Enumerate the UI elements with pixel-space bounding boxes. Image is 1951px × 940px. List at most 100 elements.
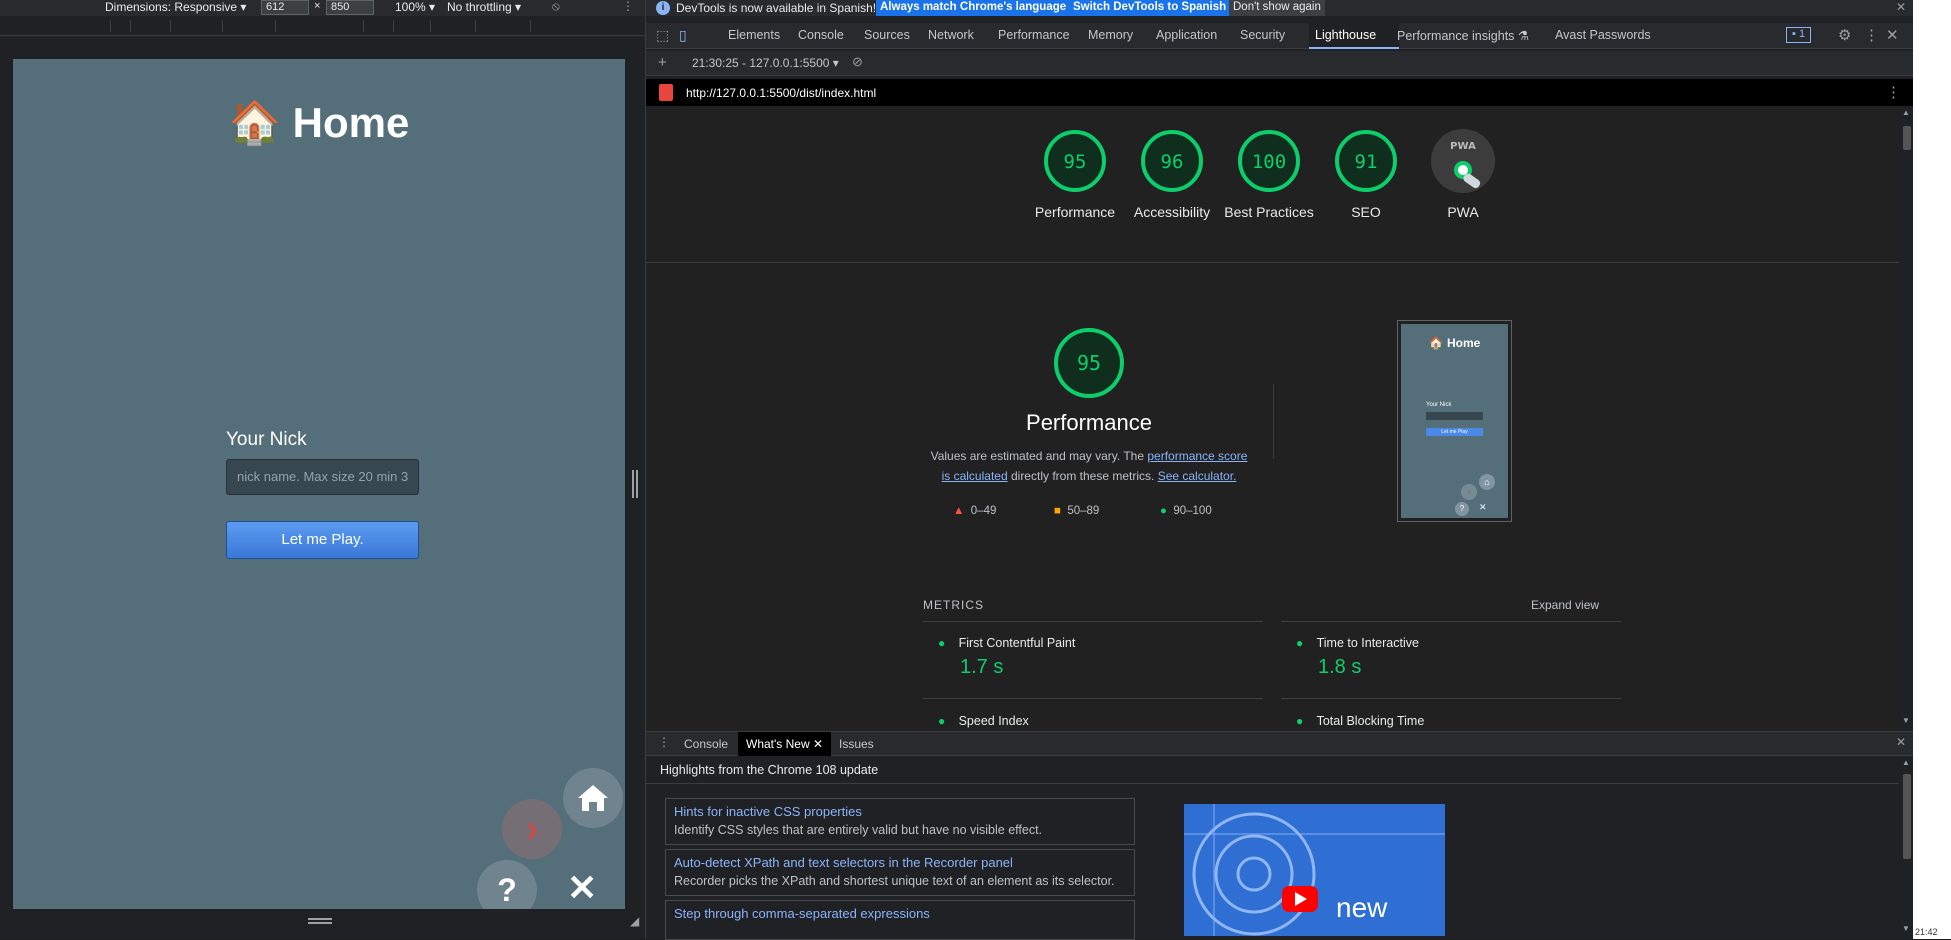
video-caption: new [1336,892,1388,923]
thumb-title: 🏠 Home [1428,336,1481,350]
question-icon: ? [497,871,517,908]
news-item[interactable]: Step through comma-separated expressions [665,900,1135,940]
gauge-score: 96 [1161,151,1184,173]
svg-text:PWA: PWA [1450,141,1476,152]
performance-heading: Performance [1026,410,1152,435]
gauge-label: SEO [1351,204,1381,220]
pass-dot-icon: ● [938,636,946,650]
tab-elements[interactable]: Elements [728,28,780,42]
tab-console[interactable]: Console [798,28,844,42]
dimensions-dropdown[interactable]: Dimensions: Responsive ▾ [105,0,246,14]
more-options-icon[interactable]: ⋮ [622,0,634,13]
pass-dot-icon: ● [1296,714,1304,728]
news-item[interactable]: Auto-detect XPath and text selectors in … [665,849,1135,896]
resize-corner-icon[interactable]: ◢ [630,914,639,928]
whats-new-heading: Highlights from the Chrome 108 update [660,763,879,777]
gauge-pwa[interactable]: PWA [1430,128,1496,197]
help-fab[interactable]: ? [477,860,537,909]
gauge-score: 95 [1064,151,1087,173]
tab-application[interactable]: Application [1156,28,1217,42]
panel-splitter[interactable] [632,470,638,498]
drawer-menu-icon[interactable]: ⋮ [658,735,670,749]
close-infobar-icon[interactable]: ✕ [1896,0,1906,14]
throttling-dropdown[interactable]: No throttling ▾ [447,0,521,14]
house-icon: 🏠 [228,99,281,146]
drawer-tabbar: ⋮ Console What's New ✕ Issues ✕ [646,731,1914,756]
performance-large-gauge: 95 [1052,326,1126,403]
nick-input[interactable]: nick name. Max size 20 min 3 [226,459,419,495]
close-devtools-icon[interactable]: ✕ [1886,26,1899,44]
close-drawer-icon[interactable]: ✕ [1896,735,1906,749]
drawer-tab-console[interactable]: Console [684,737,728,751]
square-icon: ■ [1054,505,1061,517]
tab-sources[interactable]: Sources [864,28,910,42]
tab-network[interactable]: Network [928,28,974,42]
settings-icon[interactable]: ⚙ [1838,26,1851,44]
whats-new-video[interactable]: new [1184,804,1445,936]
performance-description: Values are estimated and may vary. The p… [930,449,1248,483]
rotate-icon[interactable]: ⦸ [552,0,560,14]
zoom-dropdown[interactable]: 100% ▾ [395,0,435,14]
clear-icon[interactable]: ⊘ [852,54,863,70]
width-input[interactable]: 612 [261,0,309,15]
tab-avast-passwords[interactable]: Avast Passwords [1555,28,1651,42]
close-icon[interactable]: ✕ [567,867,597,909]
height-input[interactable]: 850 [326,0,374,15]
dont-show-button[interactable]: Don't show again [1229,0,1325,16]
devtools-panel: i DevTools is now available in Spanish! … [645,0,1914,940]
clock: 21:42 [1915,927,1938,937]
devtools-tabbar: ⬚ ▯ Elements Console Sources Network Per… [646,23,1914,49]
more-icon[interactable]: ⋮ [1864,26,1879,44]
circle-icon: ● [1160,505,1167,517]
lighthouse-logo-icon [659,84,673,101]
legend-fail: ▲ 0–49 [953,505,997,517]
see-calculator-link[interactable]: See calculator. [1158,469,1237,483]
news-item[interactable]: Hints for inactive CSS properties Identi… [665,798,1135,845]
home-fab[interactable] [563,768,623,828]
tab-memory[interactable]: Memory [1088,28,1133,42]
drawer-scrollbar[interactable]: ▲ ▼ [1899,756,1914,939]
media-query-ruler[interactable] [0,16,645,36]
gauge-seo[interactable]: 91 [1333,128,1399,197]
emulated-viewport: 🏠 Home Your Nick nick name. Max size 20 … [13,59,625,909]
report-url-bar: http://127.0.0.1:5500/dist/index.html ⋮ [646,79,1914,106]
report-scrollbar[interactable]: ▲ ▼ [1899,106,1914,730]
device-toggle-icon[interactable]: ▯ [679,27,687,44]
performance-large-score: 95 [1077,351,1101,375]
dimension-separator: × [314,0,321,12]
report-menu-icon[interactable]: ⋮ [1886,83,1901,101]
pwa-badge-icon: PWA [1431,129,1495,193]
gauge-score: 100 [1252,151,1286,173]
report-url[interactable]: http://127.0.0.1:5500/dist/index.html [686,86,876,100]
new-report-icon[interactable]: + [658,54,667,71]
report-selector[interactable]: 21:30:25 - 127.0.0.1:5500 ▾ [692,56,839,70]
always-match-button[interactable]: Always match Chrome's language [876,0,1071,16]
thumb-button: Let me Play [1426,428,1483,436]
play-button[interactable]: Let me Play. [226,521,419,559]
switch-spanish-button[interactable]: Switch DevTools to Spanish [1069,0,1231,16]
gauge-label: Best Practices [1224,204,1314,220]
issues-badge[interactable]: ▪ 1 [1786,27,1812,43]
inspect-icon[interactable]: ⬚ [656,27,669,44]
tab-lighthouse[interactable]: Lighthouse [1315,28,1376,42]
expand-view-toggle[interactable]: Expand view [1531,598,1599,612]
metric-tbt: ● Total Blocking Time [1296,714,1425,728]
pass-dot-icon: ● [1296,636,1304,650]
taskbar-strip: 21:42 [1913,0,1951,939]
final-screenshot[interactable]: 🏠 Home Your Nick Let me Play ⌂ › ? ✕ [1397,320,1512,522]
drawer-tab-whats-new[interactable]: What's New ✕ [738,732,832,756]
tab-security[interactable]: Security [1240,28,1285,42]
resize-handle-bottom[interactable]: ◢ [0,909,645,939]
drawer-tab-issues[interactable]: Issues [839,737,874,751]
next-fab[interactable]: › [502,799,562,859]
gauge-label: Accessibility [1133,204,1211,220]
gauge-performance[interactable]: 95 [1042,128,1108,197]
tab-performance[interactable]: Performance [998,28,1070,42]
chrome-devtools-art [1184,804,1445,936]
thumb-label: Your Nick [1426,402,1452,408]
gauge-best-practices[interactable]: 100 [1236,128,1302,197]
gauge-accessibility[interactable]: 96 [1139,128,1205,197]
lighthouse-toolbar: + 21:30:25 - 127.0.0.1:5500 ▾ ⊘ [646,51,1914,76]
language-infobar: i DevTools is now available in Spanish! … [646,0,1914,16]
tab-performance-insights[interactable]: Performance insights ⚗ [1397,28,1529,43]
